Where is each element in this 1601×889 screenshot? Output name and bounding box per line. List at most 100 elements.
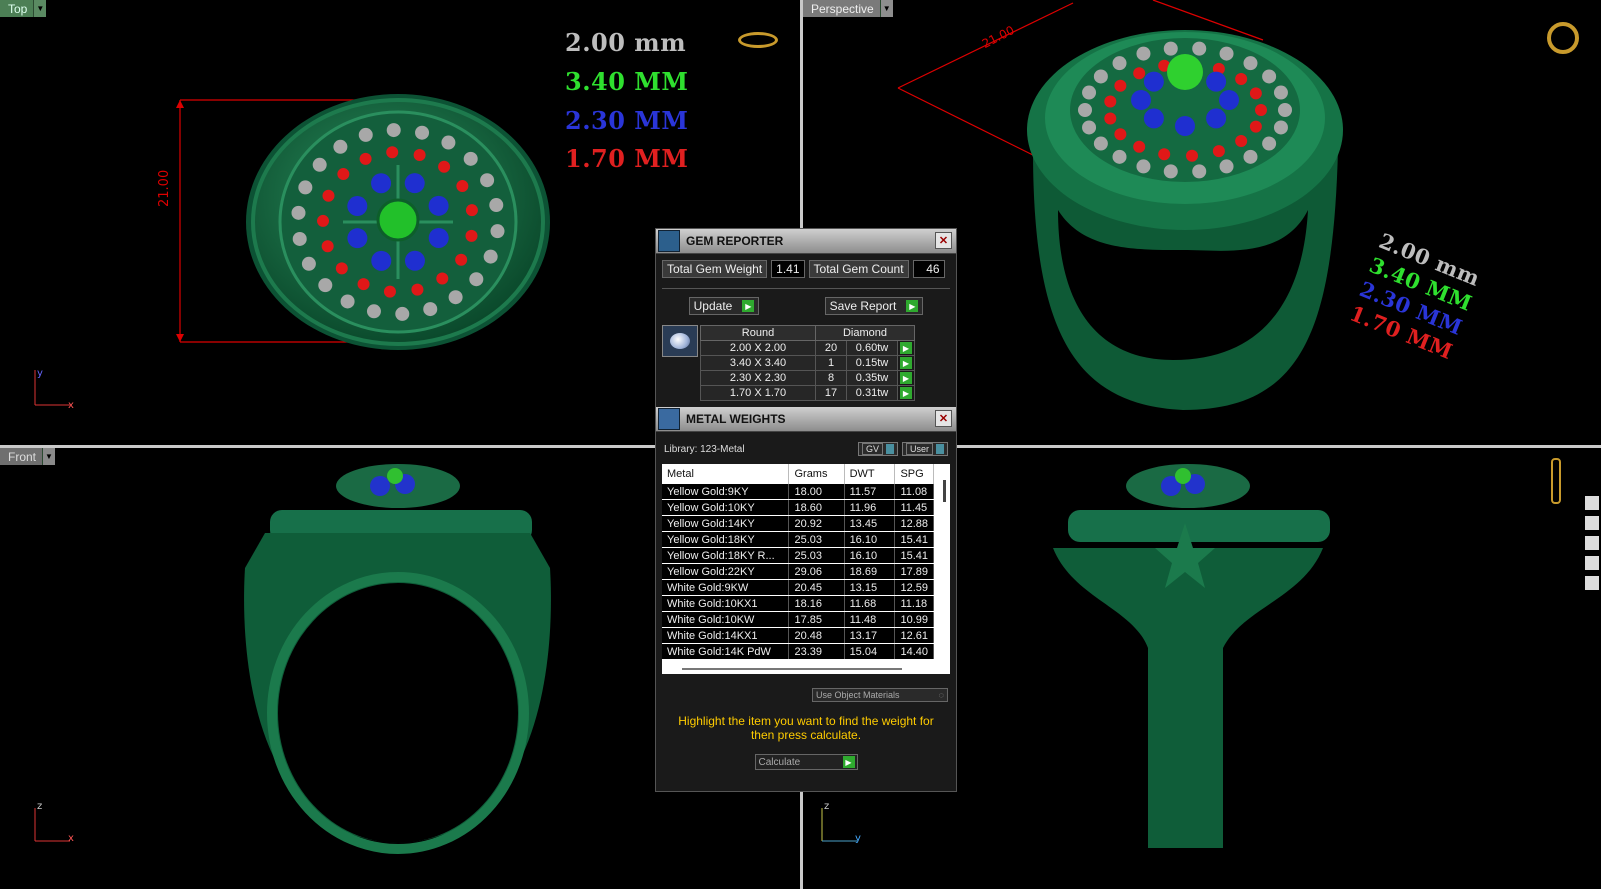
metal-grams: 29.06 <box>788 563 845 580</box>
gem-stone <box>1143 71 1164 92</box>
calculate-button[interactable]: Calculate ▶ <box>754 754 858 770</box>
metal-spg: 15.41 <box>894 531 934 548</box>
gem-row[interactable]: 2.00 X 2.00 20 0.60tw ▶ <box>700 340 915 356</box>
gem-weight: 0.31tw <box>846 385 898 401</box>
gem-stone <box>1235 134 1248 147</box>
metal-spg: 10.99 <box>894 611 934 628</box>
gem-totals: Total Gem Weight 1.41 Total Gem Count 46 <box>662 260 950 278</box>
metal-row[interactable]: White Gold:10KX1 18.16 11.68 11.18 <box>662 595 934 612</box>
gear-icon[interactable] <box>1585 576 1599 590</box>
gem-row[interactable]: 2.30 X 2.30 8 0.35tw ▶ <box>700 370 915 386</box>
copy-icon[interactable] <box>1585 556 1599 570</box>
gem-stone <box>404 173 425 194</box>
gem-stone <box>448 290 463 305</box>
gem-stone <box>480 173 495 188</box>
user-toggle[interactable]: User <box>901 442 948 456</box>
gem-stone <box>298 180 313 195</box>
gem-row-go-button[interactable]: ▶ <box>897 355 915 371</box>
ring-side-icon[interactable] <box>1551 458 1561 504</box>
gem-reporter-actions: Update ▶ Save Report ▶ <box>656 297 956 315</box>
ring-orientation-icon[interactable] <box>738 32 778 48</box>
gem-stone <box>1249 120 1262 133</box>
gem-stone <box>1104 112 1117 125</box>
metal-spg: 12.88 <box>894 515 934 532</box>
gem-stone <box>357 278 370 291</box>
link-icon[interactable] <box>1585 496 1599 510</box>
gem-stone <box>301 256 316 271</box>
play-icon: ▶ <box>900 342 912 355</box>
metal-dwt: 16.10 <box>844 547 896 564</box>
play-icon: ▶ <box>900 357 912 370</box>
gem-stone <box>1219 46 1234 61</box>
window-icon[interactable] <box>1585 536 1599 550</box>
grams-column-header[interactable]: Grams <box>788 464 845 484</box>
save-report-button[interactable]: Save Report ▶ <box>824 297 924 315</box>
gem-stone <box>395 306 410 321</box>
total-gem-weight-value: 1.41 <box>771 260 805 278</box>
horizontal-scrollbar[interactable] <box>682 668 902 670</box>
gem-stone <box>1082 85 1097 100</box>
metal-column-header[interactable]: Metal <box>662 464 790 484</box>
spg-column-header[interactable]: SPG <box>894 464 934 484</box>
update-button[interactable]: Update ▶ <box>688 297 760 315</box>
metal-row[interactable]: White Gold:10KW 17.85 11.48 10.99 <box>662 611 934 628</box>
total-gem-count-label: Total Gem Count <box>808 260 909 278</box>
camera-icon[interactable] <box>1585 516 1599 530</box>
metal-row[interactable]: Yellow Gold:18KY 25.03 16.10 15.41 <box>662 531 934 548</box>
metal-name: White Gold:14KX1 <box>662 627 790 644</box>
metal-row[interactable]: White Gold:14KX1 20.48 13.17 12.61 <box>662 627 934 644</box>
gem-stone <box>1192 164 1207 179</box>
update-label: Update <box>693 299 733 313</box>
metal-row[interactable]: Yellow Gold:18KY R... 25.03 16.10 15.41 <box>662 547 934 564</box>
gem-row-go-button[interactable]: ▶ <box>897 370 915 386</box>
axis-z-label: z <box>37 801 43 812</box>
metal-row[interactable]: Yellow Gold:14KY 20.92 13.45 12.88 <box>662 515 934 532</box>
legend-1.7mm: 1.70 MM <box>565 144 689 173</box>
metal-row[interactable]: Yellow Gold:9KY 18.00 11.57 11.08 <box>662 484 934 500</box>
total-gem-weight-label: Total Gem Weight <box>662 260 768 278</box>
metal-spg: 12.61 <box>894 627 934 644</box>
gem-stone <box>291 205 306 220</box>
metal-dwt: 11.48 <box>844 611 896 628</box>
metal-row[interactable]: White Gold:9KW 20.45 13.15 12.59 <box>662 579 934 596</box>
gem-stone <box>411 283 424 296</box>
dwt-column-header[interactable]: DWT <box>844 464 896 484</box>
gem-row[interactable]: 3.40 X 3.40 1 0.15tw ▶ <box>700 355 915 371</box>
gem-stone <box>1112 56 1127 71</box>
metal-row[interactable]: Yellow Gold:10KY 18.60 11.96 11.45 <box>662 499 934 516</box>
metal-weights-title: METAL WEIGHTS <box>686 412 786 426</box>
metal-row[interactable]: Yellow Gold:22KY 29.06 18.69 17.89 <box>662 563 934 580</box>
metal-grams: 18.00 <box>788 484 845 500</box>
gem-row[interactable]: 1.70 X 1.70 17 0.31tw ▶ <box>700 385 915 401</box>
gem-reporter-header[interactable]: GEM REPORTER ✕ <box>656 229 956 254</box>
metal-grams: 18.16 <box>788 595 845 612</box>
use-object-materials-checkbox[interactable]: Use Object Materials ◌ <box>812 688 948 702</box>
gem-stone <box>366 304 381 319</box>
axis-y-label: y <box>855 833 861 844</box>
metal-table-container[interactable]: Metal Grams DWT SPG Yellow Gold:9KY 18.00… <box>662 464 950 674</box>
metal-spg: 15.41 <box>894 547 934 564</box>
gem-stone <box>1114 128 1127 141</box>
metal-name: White Gold:10KW <box>662 611 790 628</box>
metal-name: Yellow Gold:18KY <box>662 531 790 548</box>
close-icon[interactable]: ✕ <box>935 410 952 427</box>
gem-stone <box>1136 46 1151 61</box>
gem-table: Round Diamond 2.00 X 2.00 20 0.60tw ▶ 3.… <box>662 325 950 401</box>
gem-size: 3.40 X 3.40 <box>700 355 816 371</box>
ring-orientation-icon[interactable] <box>1547 22 1579 54</box>
gem-stone <box>489 198 504 213</box>
metal-weights-icon <box>658 408 680 430</box>
gem-row-go-button[interactable]: ▶ <box>897 340 915 356</box>
gem-stone <box>428 195 449 216</box>
close-icon[interactable]: ✕ <box>935 232 952 249</box>
axis-x-label: x <box>68 833 74 844</box>
gem-stone <box>333 139 348 154</box>
gem-row-go-button[interactable]: ▶ <box>897 385 915 401</box>
metal-grams: 20.45 <box>788 579 845 596</box>
gv-toggle[interactable]: GV <box>857 442 898 456</box>
library-toggles: GV User <box>857 442 948 456</box>
gem-reporter-panel: GEM REPORTER ✕ Total Gem Weight 1.41 Tot… <box>655 228 957 792</box>
vertical-scrollbar[interactable] <box>943 480 946 502</box>
metal-weights-header[interactable]: METAL WEIGHTS ✕ <box>656 407 956 432</box>
metal-row[interactable]: White Gold:14K PdW 23.39 15.04 14.40 <box>662 643 934 660</box>
